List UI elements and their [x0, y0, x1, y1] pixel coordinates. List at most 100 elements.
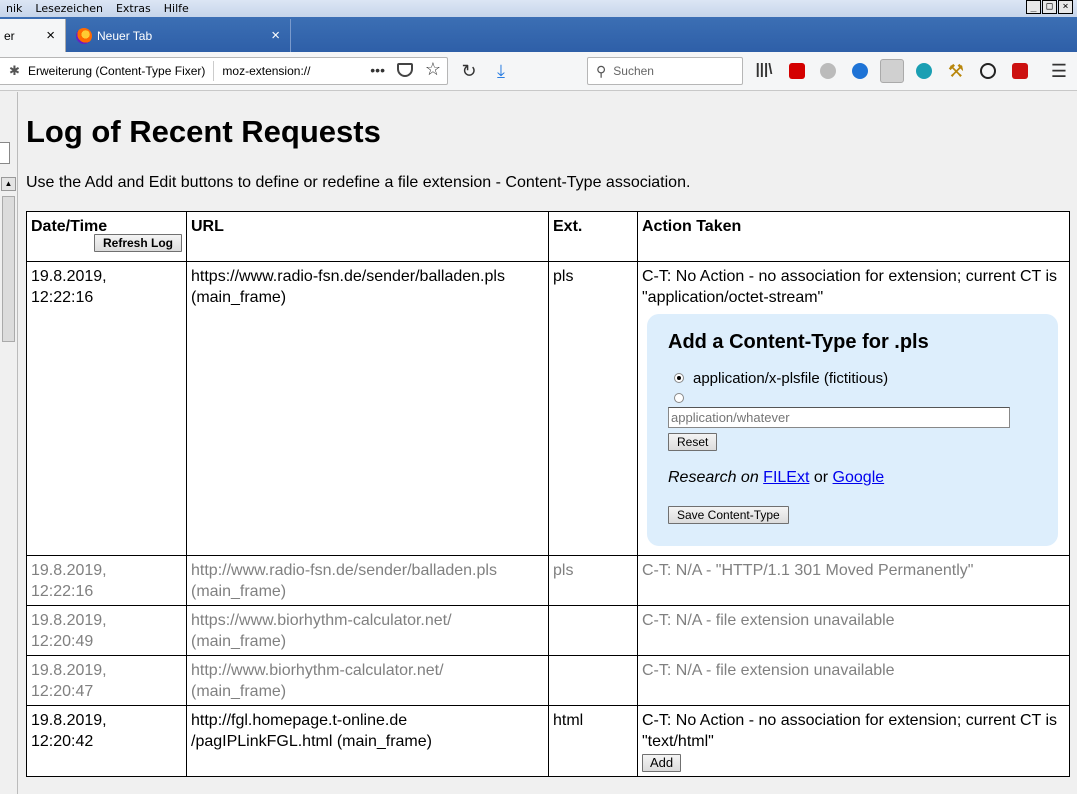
sidebar-panel: ▲: [0, 92, 18, 794]
table-row: 19.8.2019, 12:20:42 http://fgl.homepage.t…: [26, 705, 1070, 777]
cell-url: https://www.radio-fsn.de/sender/balladen…: [186, 261, 549, 556]
menu-item-nik[interactable]: nik: [0, 2, 29, 15]
cell-action: C-T: N/A - file extension unavailable: [637, 605, 1070, 656]
firefox-icon: [76, 27, 92, 44]
cell-url-text: http://www.radio-fsn.de/sender/balladen.…: [191, 562, 497, 579]
google-link[interactable]: Google: [833, 469, 885, 486]
menu-item-lesezeichen[interactable]: Lesezeichen: [29, 2, 110, 15]
cell-action: C-T: N/A - file extension unavailable: [637, 655, 1070, 706]
header-datetime: Date/Time Refresh Log: [26, 211, 187, 262]
extension-blue-icon[interactable]: [852, 63, 868, 79]
research-prefix: Research on: [668, 469, 759, 486]
identity-box[interactable]: ✱ Erweiterung (Content-Type Fixer): [0, 61, 215, 81]
cell-action-text: C-T: No Action - no association for exte…: [642, 712, 1057, 750]
globe-icon[interactable]: [820, 63, 836, 79]
tab-strip: er × Neuer Tab ×: [0, 17, 1077, 52]
cell-datetime: 19.8.2019, 12:22:16: [26, 261, 187, 556]
table-row: 19.8.2019, 12:22:16 http://www.radio-fsn.…: [26, 555, 1070, 606]
extension-red-icon[interactable]: [1012, 63, 1028, 79]
save-content-type-button[interactable]: Save Content-Type: [668, 506, 789, 524]
search-icon: ⚲: [596, 62, 607, 79]
scroll-up-icon[interactable]: ▲: [1, 177, 16, 191]
cell-url-text: http://www.biorhythm-calculator.net/: [191, 662, 444, 679]
cell-ext: pls: [548, 555, 638, 606]
reset-button[interactable]: Reset: [668, 433, 718, 451]
add-content-type-panel: Add a Content-Type for .pls application/…: [647, 314, 1058, 546]
search-input[interactable]: ⚲ Suchen: [587, 57, 743, 85]
cell-time: 12:20:42: [31, 733, 94, 750]
cell-url: http://www.radio-fsn.de/sender/balladen.…: [186, 555, 549, 606]
table-row: 19.8.2019, 12:20:49 https://www.biorhythm…: [26, 605, 1070, 656]
tab-active[interactable]: er ×: [0, 19, 66, 52]
option-plsfile-label: application/x-plsfile (fictitious): [693, 369, 889, 387]
cell-url-text: https://www.radio-fsn.de/sender/balladen…: [191, 268, 505, 285]
tab-neuer-tab[interactable]: Neuer Tab ×: [66, 19, 291, 52]
cell-ext: [548, 655, 638, 706]
cell-ext: pls: [548, 261, 638, 556]
navigation-bar: ✱ Erweiterung (Content-Type Fixer) moz-e…: [0, 52, 1077, 91]
table-row: 19.8.2019, 12:20:47 http://www.biorhythm-…: [26, 655, 1070, 706]
sidebar-input[interactable]: [0, 142, 10, 164]
cell-frame: (main_frame): [191, 289, 287, 306]
cell-frame: (main_frame): [191, 583, 287, 600]
hamburger-menu-icon[interactable]: ☰: [1049, 61, 1069, 82]
research-or: or: [813, 469, 829, 486]
page-actions-icon[interactable]: •••: [370, 62, 385, 78]
radio-selected[interactable]: [674, 373, 684, 383]
maximize-button[interactable]: □: [1042, 0, 1057, 14]
close-tab-icon[interactable]: ×: [46, 27, 55, 44]
cell-time: 12:22:16: [31, 289, 94, 306]
cell-action: C-T: N/A - "HTTP/1.1 301 Moved Permanent…: [637, 555, 1070, 606]
cell-datetime: 19.8.2019, 12:20:42: [26, 705, 187, 777]
cell-action-text: C-T: No Action - no association for exte…: [642, 268, 1057, 306]
hammer-icon[interactable]: ⚒: [946, 61, 966, 82]
library-icon[interactable]: |||\: [754, 61, 774, 78]
refresh-log-button[interactable]: Refresh Log: [93, 234, 182, 252]
option-custom[interactable]: [674, 389, 1038, 407]
cell-date: 19.8.2019,: [31, 712, 107, 729]
cell-datetime: 19.8.2019, 12:20:47: [26, 655, 187, 706]
pocket-icon[interactable]: [397, 63, 413, 77]
option-plsfile[interactable]: application/x-plsfile (fictitious): [674, 369, 1038, 387]
cell-action: C-T: No Action - no association for exte…: [637, 705, 1070, 777]
menu-item-hilfe[interactable]: Hilfe: [158, 2, 196, 15]
filext-link[interactable]: FILExt: [763, 469, 809, 486]
request-log-table: Date/Time Refresh Log URL Ext. Action Ta…: [26, 211, 1070, 777]
extension-teal-icon[interactable]: [916, 63, 932, 79]
content-type-input[interactable]: [668, 407, 1010, 428]
header-ext: Ext.: [548, 211, 638, 262]
cell-time: 12:22:16: [31, 583, 94, 600]
table-header-row: Date/Time Refresh Log URL Ext. Action Ta…: [26, 211, 1070, 262]
cell-datetime: 19.8.2019, 12:22:16: [26, 555, 187, 606]
page-title: Log of Recent Requests: [26, 114, 381, 149]
cell-time: 12:20:49: [31, 633, 94, 650]
window-controls: _ □ ×: [1026, 0, 1073, 14]
sidebar-scrollbar-thumb[interactable]: [2, 196, 15, 342]
bookmark-star-icon[interactable]: ☆: [425, 59, 441, 80]
tab-label: Neuer Tab: [97, 28, 153, 43]
cell-frame: /pagIPLinkFGL.html (main_frame): [191, 733, 432, 750]
cell-ext: [548, 605, 638, 656]
close-window-button[interactable]: ×: [1058, 0, 1073, 14]
identity-label: Erweiterung (Content-Type Fixer): [28, 64, 206, 78]
cell-url-text: https://www.biorhythm-calculator.net/: [191, 612, 452, 629]
reload-icon[interactable]: ↻: [459, 61, 479, 82]
close-tab-icon[interactable]: ×: [271, 27, 280, 44]
minimize-button[interactable]: _: [1026, 0, 1041, 14]
cell-url: http://fgl.homepage.t-online.de/pagIPLin…: [186, 705, 549, 777]
cell-frame: (main_frame): [191, 683, 287, 700]
url-text[interactable]: moz-extension://: [214, 64, 310, 78]
cell-date: 19.8.2019,: [31, 268, 107, 285]
menu-item-extras[interactable]: Extras: [110, 2, 158, 15]
search-placeholder: Suchen: [613, 64, 654, 78]
ublock-icon[interactable]: [789, 63, 805, 79]
cell-datetime: 19.8.2019, 12:20:49: [26, 605, 187, 656]
download-icon[interactable]: ⤓: [491, 61, 511, 82]
url-bar[interactable]: ✱ Erweiterung (Content-Type Fixer) moz-e…: [0, 57, 448, 85]
add-panel-title: Add a Content-Type for .pls: [668, 331, 929, 353]
account-icon[interactable]: [980, 63, 996, 79]
add-button[interactable]: Add: [642, 754, 682, 772]
sidebar-toggle-icon[interactable]: [880, 59, 904, 83]
radio-unselected[interactable]: [674, 393, 684, 403]
header-action: Action Taken: [637, 211, 1070, 262]
